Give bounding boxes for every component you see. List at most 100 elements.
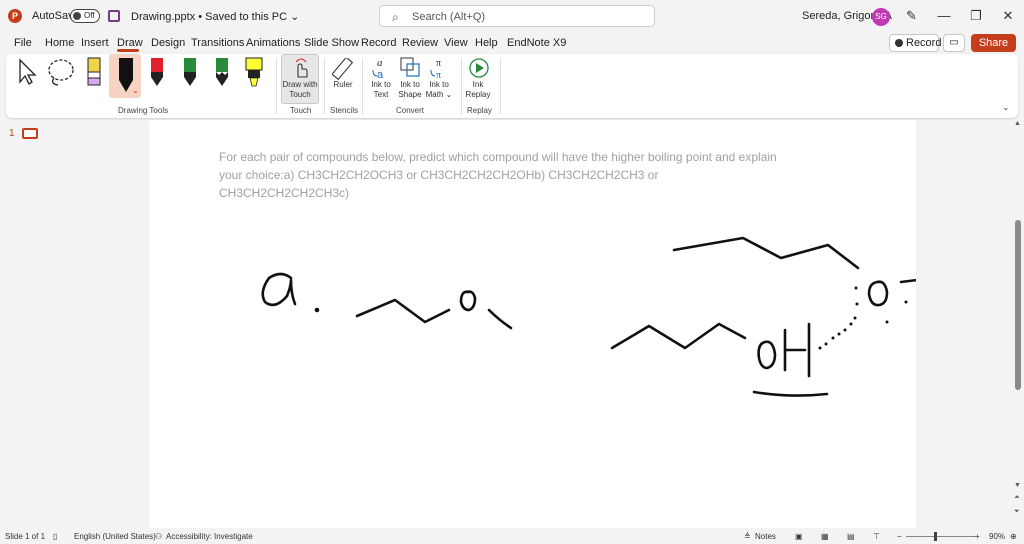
group-label-convert: Convert [396, 106, 425, 115]
zoom-level[interactable]: 90% [989, 532, 1005, 541]
pen-green-2-icon[interactable] [214, 56, 230, 88]
ink-ether-chain [355, 298, 451, 324]
record-button[interactable]: Record [889, 34, 942, 52]
tab-slide-show[interactable]: Slide Show [304, 37, 359, 49]
zoom-slider-thumb[interactable] [934, 532, 937, 541]
draw-with-touch-label: Draw with Touch [282, 80, 318, 99]
powerpoint-logo-icon: P [8, 9, 22, 23]
ruler-icon[interactable] [332, 58, 354, 80]
group-label-replay: Replay [467, 106, 492, 115]
autosave-state: Off [84, 11, 95, 20]
save-icon[interactable] [108, 10, 120, 22]
highlighter-yellow-icon[interactable] [244, 56, 264, 88]
tab-insert[interactable]: Insert [81, 37, 109, 49]
tab-design[interactable]: Design [151, 37, 185, 49]
vertical-scrollbar[interactable]: ▲ ▼ ⏶ ⏷ [1013, 120, 1023, 528]
zoom-in-icon[interactable]: + [975, 532, 980, 541]
ruler-label[interactable]: Ruler [328, 80, 358, 90]
tab-draw[interactable]: Draw [117, 37, 143, 49]
pen-green-icon[interactable] [182, 56, 198, 88]
ink-upper-oxygen [867, 280, 889, 307]
normal-view-icon[interactable]: ▣ [795, 532, 803, 541]
ink-drawing[interactable] [149, 120, 916, 528]
share-label: Share [978, 37, 1009, 49]
search-placeholder: Search (Alt+Q) [412, 11, 486, 23]
reading-view-icon[interactable]: ▤ [847, 532, 855, 541]
comments-button[interactable]: ▭ [943, 34, 965, 52]
ink-to-text-icon[interactable]: a a [371, 56, 393, 80]
minimize-button[interactable]: — [934, 6, 954, 26]
tab-help[interactable]: Help [475, 37, 498, 49]
lasso-select-icon[interactable] [46, 58, 78, 88]
touch-hand-icon [295, 58, 308, 78]
pen-red-icon[interactable] [149, 56, 165, 88]
close-button[interactable]: ✕ [998, 6, 1018, 26]
svg-text:π: π [436, 58, 441, 69]
language-status[interactable]: English (United States) [74, 532, 156, 541]
tab-endnote[interactable]: EndNote X9 [507, 37, 566, 49]
document-title[interactable]: Drawing.pptx • Saved to this PC ⌄ [131, 10, 299, 23]
ink-replay-label[interactable]: Ink Replay [462, 80, 494, 100]
ink-to-math-icon[interactable]: π π [428, 56, 452, 80]
tab-home[interactable]: Home [45, 37, 74, 49]
ink-to-shape-label[interactable]: Ink to Shape [395, 80, 425, 100]
tab-animations[interactable]: Animations [246, 37, 300, 49]
slideshow-icon[interactable]: ⊤ [873, 532, 880, 541]
tab-transitions[interactable]: Transitions [191, 37, 244, 49]
ink-underline [752, 390, 829, 397]
ink-upper-chain [672, 236, 860, 270]
fit-slide-icon[interactable]: ⊕ [1010, 532, 1017, 541]
accessibility-status[interactable]: Accessibility: Investigate [166, 532, 253, 541]
select-arrow-icon[interactable] [16, 58, 40, 86]
group-divider [324, 58, 325, 114]
zoom-slider[interactable] [906, 536, 976, 537]
ribbon: ⌄ Drawing Tools Draw with Touch Touch Ru… [6, 54, 1018, 118]
search-icon: ⌕ [392, 10, 399, 24]
eraser-icon[interactable] [86, 56, 102, 88]
restore-button[interactable]: ❐ [966, 6, 986, 26]
ink-replay-icon[interactable] [468, 57, 490, 79]
share-button[interactable]: Share [971, 34, 1016, 52]
next-slide-icon[interactable]: ⏷ [1014, 508, 1020, 516]
accessibility-icon: ⚇ [155, 532, 163, 541]
zoom-out-icon[interactable]: − [897, 532, 902, 541]
tab-review[interactable]: Review [402, 37, 438, 49]
slide-canvas[interactable]: For each pair of compounds below, predic… [149, 120, 916, 528]
slide-count: Slide 1 of 1 [5, 532, 46, 541]
group-divider [362, 58, 363, 114]
tab-file[interactable]: File [14, 37, 32, 49]
pen-icon[interactable]: ✎ [906, 8, 917, 24]
group-label-drawing-tools: Drawing Tools [118, 106, 169, 115]
search-box[interactable]: ⌕ Search (Alt+Q) [379, 5, 655, 27]
notes-button[interactable]: Notes [755, 532, 776, 541]
slide-thumbnail[interactable] [22, 128, 38, 139]
record-label: Record [906, 37, 942, 49]
tab-view[interactable]: View [444, 37, 468, 49]
ink-ether-oxygen [459, 290, 477, 312]
group-divider [276, 58, 277, 114]
menu-bar: File Home Insert Draw Design Transitions… [0, 32, 1024, 52]
pen-dropdown-icon[interactable]: ⌄ [132, 86, 139, 95]
ink-dot [314, 307, 320, 313]
ink-to-shape-icon[interactable] [399, 56, 423, 80]
ink-letter-a [261, 272, 297, 307]
tab-record[interactable]: Record [361, 37, 396, 49]
svg-text:a: a [377, 57, 383, 69]
collapse-ribbon-icon[interactable]: ⌄ [1002, 102, 1010, 113]
record-dot-icon [895, 39, 903, 47]
ink-to-math-label[interactable]: Ink to Math ⌄ [422, 80, 456, 100]
draw-with-touch-button[interactable]: Draw with Touch [281, 54, 319, 104]
autosave-toggle[interactable]: Off [70, 9, 100, 23]
toggle-knob [73, 12, 81, 20]
spelling-icon[interactable]: ▯ [53, 532, 57, 541]
group-label-touch: Touch [290, 106, 312, 115]
slide-sorter-icon[interactable]: ▦ [821, 532, 829, 541]
group-label-stencils: Stencils [330, 106, 359, 115]
avatar[interactable]: SG [872, 8, 890, 26]
scroll-up-icon[interactable]: ▲ [1014, 120, 1021, 127]
scroll-down-icon[interactable]: ▼ [1014, 482, 1021, 489]
scroll-thumb[interactable] [1015, 220, 1021, 390]
previous-slide-icon[interactable]: ⏶ [1014, 494, 1020, 502]
ink-to-text-label[interactable]: Ink to Text [366, 80, 396, 100]
ink-lower-chain [610, 322, 747, 350]
